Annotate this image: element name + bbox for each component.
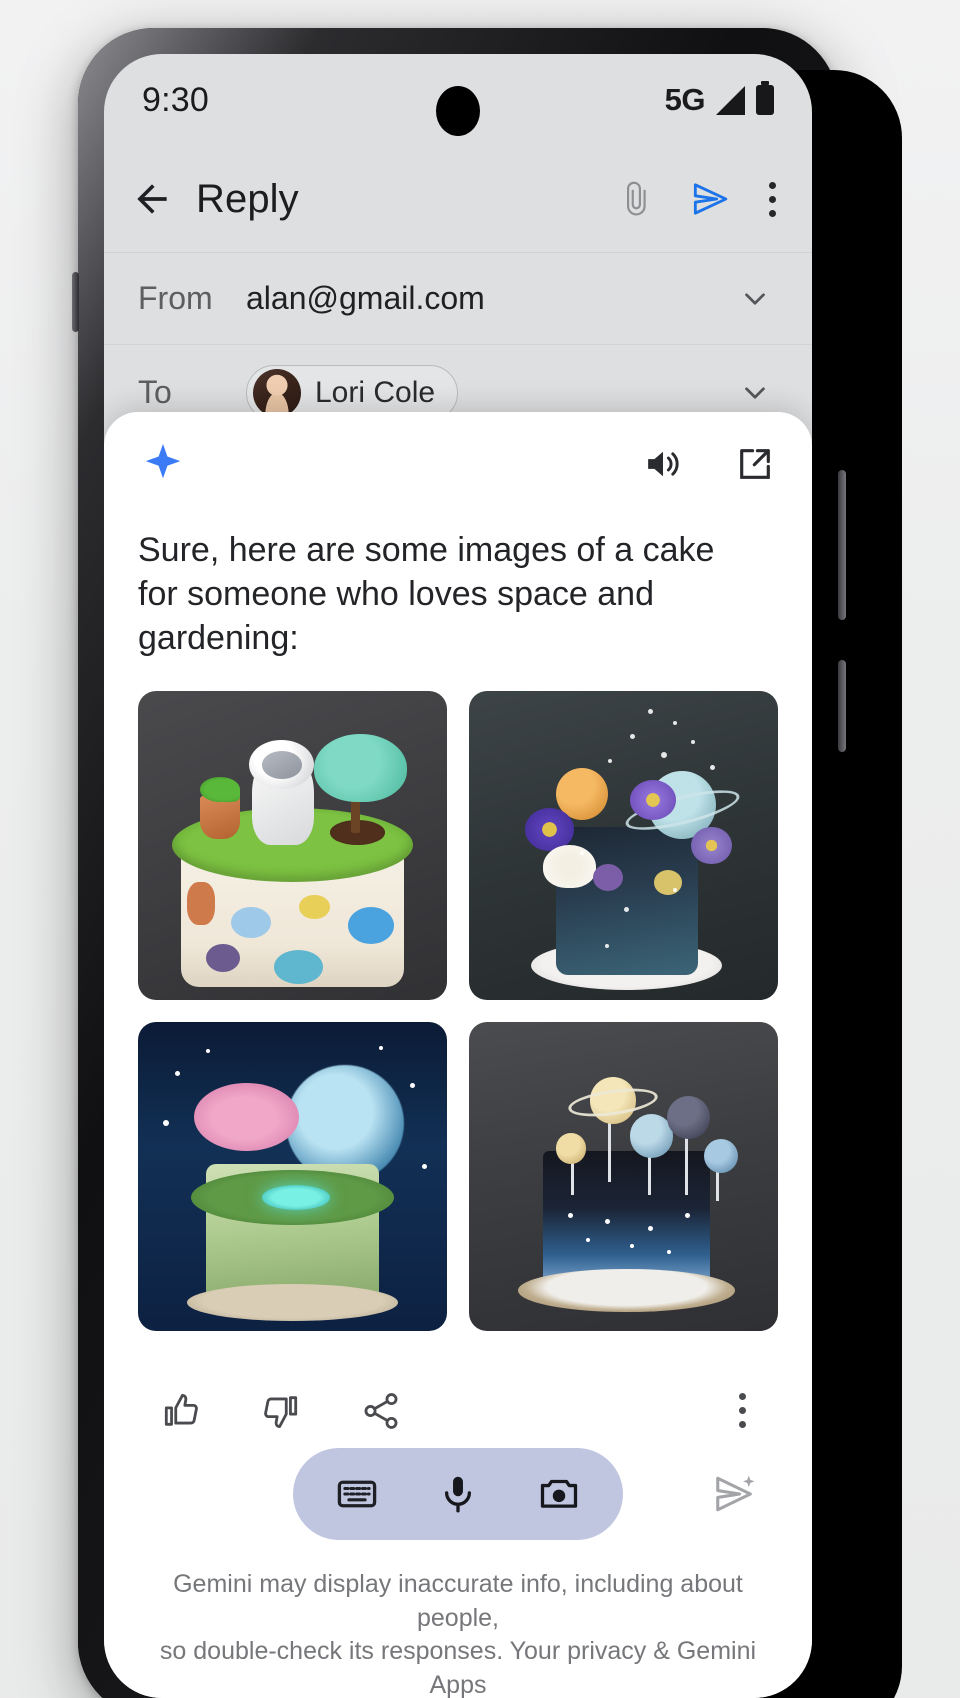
send-icon[interactable] bbox=[690, 179, 730, 219]
status-indicators: 5G bbox=[665, 82, 774, 118]
battery-full-icon bbox=[756, 85, 774, 115]
recipient-name: Lori Cole bbox=[315, 375, 436, 409]
from-value: alan@gmail.com bbox=[246, 280, 485, 316]
network-type-label: 5G bbox=[664, 82, 706, 117]
gemini-response-sheet: Sure, here are some images of a cake for… bbox=[104, 412, 812, 1698]
astronaut-garden-cake-image bbox=[138, 690, 447, 1000]
arrow-back-icon[interactable] bbox=[130, 177, 174, 221]
to-label: To bbox=[138, 374, 172, 410]
front-camera-punch-hole bbox=[436, 86, 480, 136]
constellation-planets-cake-image bbox=[469, 1021, 778, 1331]
gemini-disclaimer: Gemini may display inaccurate info, incl… bbox=[104, 1568, 812, 1698]
fantasy-moon-garden-cake-image bbox=[138, 1021, 447, 1331]
gemini-header-actions bbox=[642, 443, 776, 485]
camera-icon[interactable] bbox=[537, 1472, 581, 1516]
status-time: 9:30 bbox=[142, 80, 209, 119]
from-label: From bbox=[138, 280, 213, 316]
app-bar: Reply bbox=[104, 146, 812, 252]
contact-avatar bbox=[253, 368, 301, 417]
astronaut-garden-cake[interactable] bbox=[138, 690, 447, 1000]
paperclip-icon[interactable] bbox=[616, 179, 656, 219]
share-icon[interactable] bbox=[360, 1390, 402, 1432]
more-vert-icon[interactable] bbox=[729, 1393, 756, 1429]
galaxy-planet-flower-cake[interactable] bbox=[469, 690, 778, 1000]
gemini-sparkle-icon bbox=[145, 443, 181, 479]
gemini-input-bar bbox=[104, 1434, 812, 1554]
more-vert-icon[interactable] bbox=[764, 181, 780, 217]
phone-screen: 9:30 5G Reply From alan@gmail.com To Lor… bbox=[104, 54, 812, 1698]
generated-image-grid bbox=[134, 690, 782, 1331]
status-bar: 9:30 5G bbox=[104, 54, 812, 146]
thumb-up-icon[interactable] bbox=[160, 1390, 202, 1432]
send-sparkle-icon[interactable] bbox=[712, 1471, 758, 1517]
power-button[interactable] bbox=[838, 660, 846, 752]
disclaimer-line-1: Gemini may display inaccurate info, incl… bbox=[173, 1570, 743, 1632]
volume-button[interactable] bbox=[838, 470, 846, 620]
input-mode-pill bbox=[293, 1448, 623, 1540]
gemini-sheet-header bbox=[134, 412, 782, 516]
from-row[interactable]: From alan@gmail.com bbox=[104, 252, 812, 344]
page-title: Reply bbox=[196, 176, 299, 221]
keyboard-icon[interactable] bbox=[335, 1472, 379, 1516]
app-bar-actions bbox=[616, 179, 780, 219]
signal-bars-icon bbox=[716, 85, 745, 115]
fantasy-moon-garden-cake[interactable] bbox=[138, 1021, 447, 1331]
chevron-down-icon[interactable] bbox=[738, 376, 772, 410]
disclaimer-line-2: so double-check its responses. Your priv… bbox=[159, 1637, 757, 1698]
gemini-answer-text: Sure, here are some images of a cake for… bbox=[138, 531, 715, 658]
volume-up-icon[interactable] bbox=[642, 443, 684, 485]
chevron-down-icon[interactable] bbox=[738, 282, 772, 316]
constellation-planets-cake[interactable] bbox=[469, 1021, 778, 1331]
feedback-buttons bbox=[160, 1390, 402, 1432]
left-side-button[interactable] bbox=[72, 272, 79, 332]
open-in-new-icon[interactable] bbox=[734, 443, 776, 485]
galaxy-planet-flower-cake-image bbox=[469, 690, 778, 1000]
microphone-icon[interactable] bbox=[436, 1472, 480, 1516]
thumb-down-icon[interactable] bbox=[260, 1390, 302, 1432]
